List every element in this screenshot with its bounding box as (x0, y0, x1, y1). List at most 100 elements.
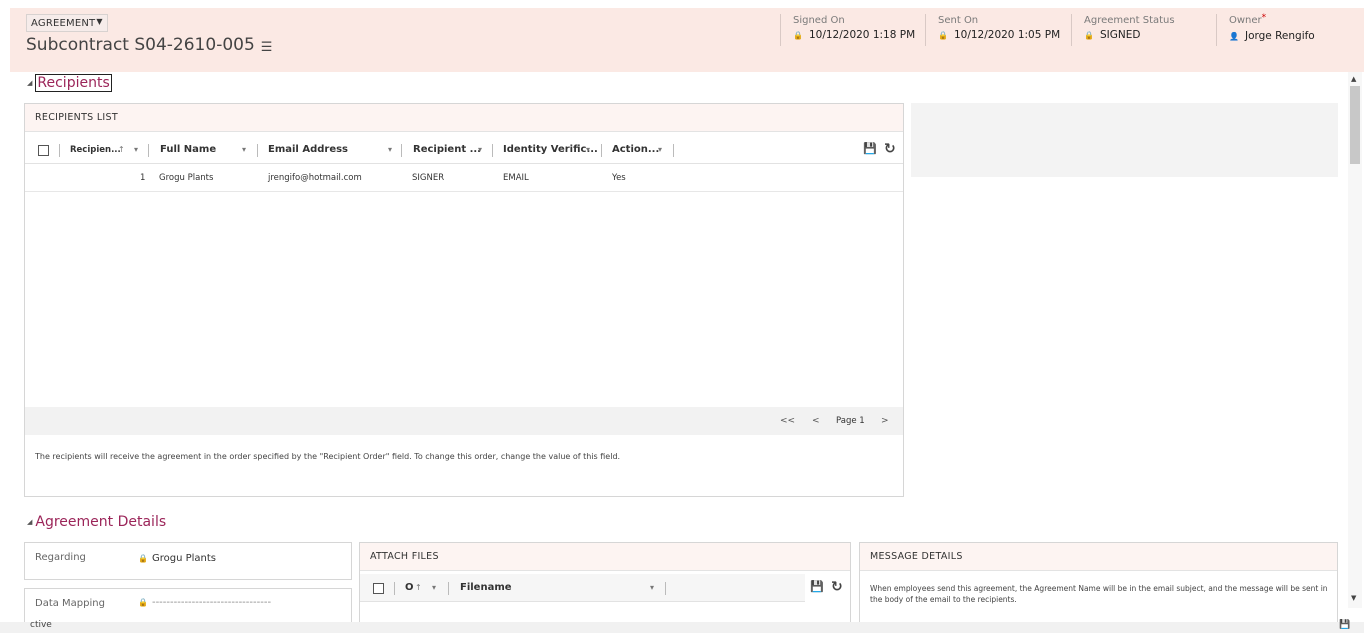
save-icon[interactable]: 💾 (810, 580, 824, 593)
required-icon: * (1261, 13, 1267, 23)
select-all-checkbox[interactable] (373, 583, 384, 594)
save-icon[interactable]: 💾 (1339, 620, 1350, 630)
lock-icon: 🔒 (138, 598, 148, 607)
column-header-identity-verification[interactable]: Identity Verific... ▾ (503, 136, 600, 164)
column-header-action[interactable]: Action... ▾ (612, 136, 672, 164)
entity-selector-button[interactable]: AGREEMENT▼ (26, 14, 108, 32)
attach-files-panel: ATTACH FILES O ↑ ▾ Filename ▾ 💾 ↻ (359, 542, 851, 628)
column-header-recipient-order[interactable]: Recipien... ↑ ▾ (70, 136, 148, 164)
message-details-panel: MESSAGE DETAILS When employees send this… (859, 542, 1338, 628)
app-root: AGREEMENT▼ Subcontract S04-2610-005 ☰ Sig… (0, 0, 1364, 633)
column-separator (59, 144, 60, 157)
cell-recipient-role: SIGNER (412, 173, 445, 183)
column-separator (257, 144, 258, 157)
vertical-scrollbar[interactable]: ▲ ▼ (1348, 72, 1362, 608)
chevron-down-icon[interactable]: ▾ (658, 136, 662, 164)
next-page-button[interactable]: > (881, 407, 889, 435)
column-separator (665, 582, 666, 595)
column-header-full-name[interactable]: Full Name ▾ (160, 136, 256, 164)
record-title: Subcontract S04-2610-005 ☰ (26, 35, 272, 55)
recipients-list-title: RECIPIENTS LIST (25, 104, 903, 132)
column-header-order[interactable]: O ↑ ▾ (405, 574, 447, 602)
header-field-agreement-status: Agreement Status 🔒 SIGNED (1071, 14, 1175, 46)
collapse-triangle-icon: ◢ (27, 79, 33, 87)
regarding-label: Regarding (35, 552, 86, 563)
cell-identity-verification: EMAIL (503, 173, 529, 183)
column-header-filename[interactable]: Filename ▾ (460, 574, 660, 602)
chevron-down-icon[interactable]: ▾ (432, 574, 436, 602)
message-details-title: MESSAGE DETAILS (860, 543, 1337, 571)
scroll-down-icon[interactable]: ▼ (1351, 594, 1356, 602)
refresh-icon[interactable]: ↻ (884, 141, 896, 157)
owner-value[interactable]: 👤 Jorge Rengifo (1229, 28, 1315, 45)
agreement-status-value: 🔒 SIGNED (1084, 29, 1141, 41)
data-mapping-label: Data Mapping (35, 598, 105, 609)
lock-icon: 🔒 (938, 31, 948, 40)
sent-on-label: Sent On (938, 15, 979, 26)
cell-email-address[interactable]: jrengifo@hotmail.com (268, 164, 362, 192)
column-separator (394, 582, 395, 595)
lock-icon: 🔒 (138, 554, 148, 563)
grid-pager: << < Page 1 > (25, 407, 903, 435)
header-field-owner[interactable]: Owner* 👤 Jorge Rengifo (1216, 13, 1315, 46)
agreement-status-label: Agreement Status (1084, 15, 1175, 26)
chevron-down-icon[interactable]: ▾ (134, 136, 138, 164)
record-header: AGREEMENT▼ Subcontract S04-2610-005 ☰ Sig… (10, 8, 1364, 72)
scroll-up-icon[interactable]: ▲ (1351, 75, 1356, 83)
column-header-recipient-role[interactable]: Recipient ... ▾ (413, 136, 491, 164)
user-icon: 👤 (1229, 32, 1239, 41)
table-row[interactable]: 1 Grogu Plants jrengifo@hotmail.com SIGN… (25, 164, 903, 192)
agreement-details-section-heading[interactable]: ◢ Agreement Details (27, 514, 166, 530)
lock-icon: 🔒 (793, 31, 803, 40)
lock-icon: 🔒 (1084, 31, 1094, 40)
scrollbar-thumb[interactable] (1350, 86, 1360, 164)
sent-on-value: 🔒 10/12/2020 1:05 PM (938, 29, 1061, 41)
signed-on-value: 🔒 10/12/2020 1:18 PM (793, 29, 916, 41)
recipients-section-heading[interactable]: ◢ Recipients (27, 74, 112, 92)
regarding-field: Regarding 🔒 Grogu Plants (24, 542, 352, 580)
previous-page-button[interactable]: < (812, 407, 820, 435)
entity-label: AGREEMENT (31, 18, 96, 29)
header-field-sent-on: Sent On 🔒 10/12/2020 1:05 PM (925, 14, 1060, 46)
recipients-grid-header: Recipien... ↑ ▾ Full Name ▾ Email Addres… (25, 136, 903, 164)
collapse-triangle-icon: ◢ (27, 518, 33, 526)
recipients-order-note: The recipients will receive the agreemen… (35, 452, 621, 461)
save-icon[interactable]: 💾 (863, 142, 877, 155)
chevron-down-icon[interactable]: ▾ (478, 136, 482, 164)
cell-action: Yes (612, 173, 626, 183)
column-separator (148, 144, 149, 157)
caret-down-icon: ▼ (96, 17, 103, 26)
chevron-down-icon[interactable]: ▾ (586, 136, 590, 164)
data-mapping-value[interactable]: 🔒 --------------------------------- (138, 597, 271, 608)
page-indicator: Page 1 (836, 416, 865, 426)
attach-files-grid-header: O ↑ ▾ Filename ▾ (360, 574, 805, 602)
signed-on-label: Signed On (793, 15, 845, 26)
record-title-text: Subcontract S04-2610-005 (26, 35, 255, 55)
column-separator (448, 582, 449, 595)
owner-label: Owner* (1229, 13, 1267, 26)
attach-files-title: ATTACH FILES (360, 543, 850, 571)
message-details-text: When employees send this agreement, the … (870, 584, 1328, 604)
sort-ascending-icon: ↑ (415, 583, 422, 592)
sort-ascending-icon: ↑ (118, 145, 125, 154)
status-footer: ctive 💾 (0, 620, 1364, 633)
first-page-button[interactable]: << (780, 407, 795, 435)
column-separator (401, 144, 402, 157)
header-field-signed-on: Signed On 🔒 10/12/2020 1:18 PM (780, 14, 915, 46)
column-separator (673, 144, 674, 157)
select-all-checkbox[interactable] (38, 145, 49, 156)
list-menu-icon[interactable]: ☰ (261, 40, 273, 55)
side-panel-placeholder (911, 103, 1338, 177)
refresh-icon[interactable]: ↻ (831, 579, 843, 595)
cell-full-name[interactable]: Grogu Plants (159, 164, 213, 192)
regarding-value[interactable]: 🔒 Grogu Plants (138, 553, 216, 564)
column-separator (492, 144, 493, 157)
chevron-down-icon[interactable]: ▾ (388, 136, 392, 164)
column-header-email-address[interactable]: Email Address ▾ (268, 136, 398, 164)
chevron-down-icon[interactable]: ▾ (650, 574, 654, 602)
cell-recipient-order: 1 (140, 173, 146, 183)
footer-status-text: ctive (30, 620, 52, 630)
chevron-down-icon[interactable]: ▾ (242, 136, 246, 164)
column-separator (601, 144, 602, 157)
recipients-list-panel: RECIPIENTS LIST Recipien... ↑ ▾ Full Nam… (24, 103, 904, 497)
